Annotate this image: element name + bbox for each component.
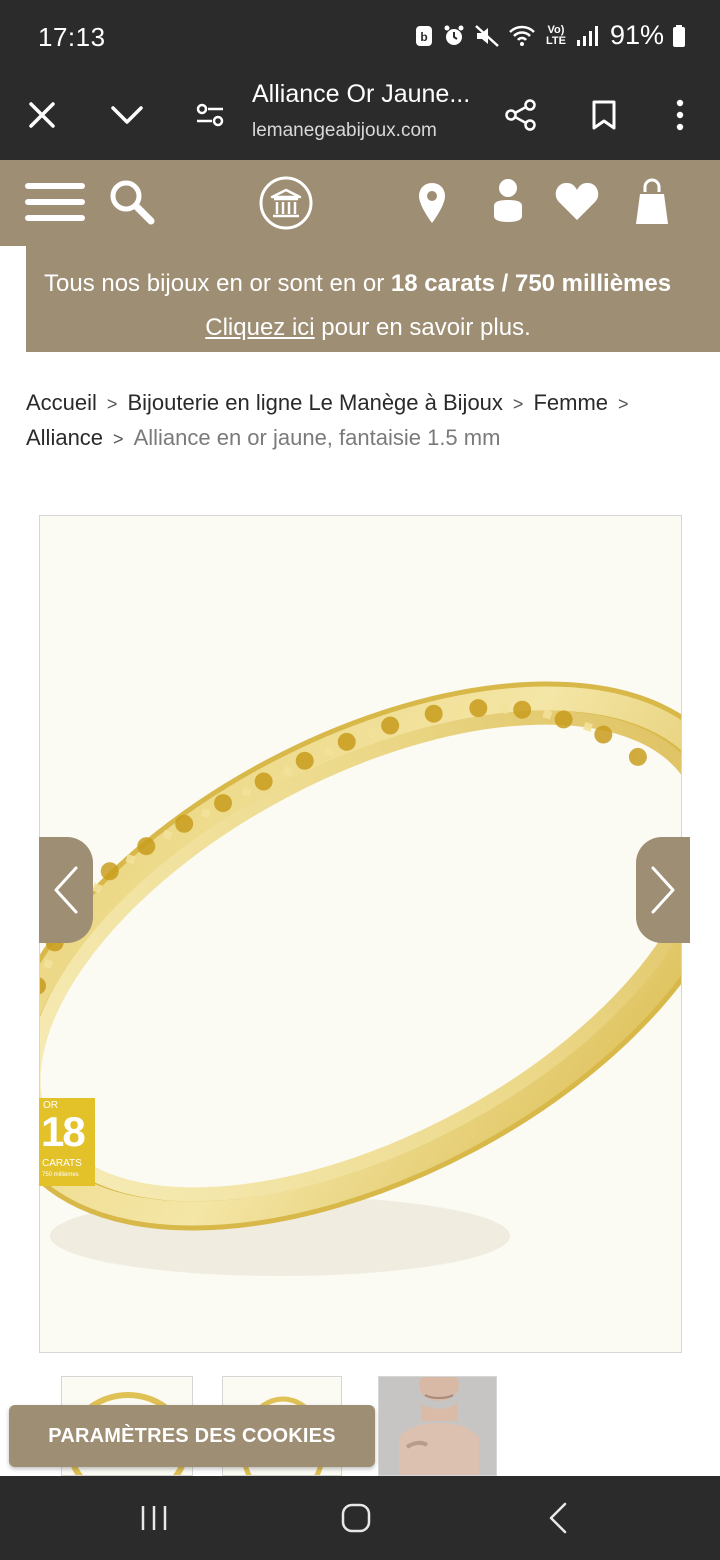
breadcrumb-separator: >: [512, 394, 524, 414]
breadcrumb-separator: >: [106, 394, 118, 414]
promo-banner: Tous nos bijoux en or sont en or 18 cara…: [26, 246, 720, 352]
promo-link[interactable]: Cliquez ici: [205, 314, 314, 341]
breadcrumb-item-femme[interactable]: Femme: [533, 390, 608, 415]
badge-millièmes-text: 750 millièmes: [42, 1172, 79, 1178]
gold-18k-badge: OR 18 CARATS 750 millièmes: [39, 1098, 95, 1186]
favorite-icon[interactable]: [553, 178, 601, 224]
product-image[interactable]: [39, 515, 682, 1353]
breadcrumb-item-bijouterie[interactable]: Bijouterie en ligne Le Manège à Bijoux: [127, 390, 502, 415]
page-url[interactable]: lemanegeabijoux.com: [252, 120, 437, 142]
share-icon[interactable]: [498, 92, 544, 138]
chevron-left-icon: [54, 866, 78, 914]
signal-icon: [576, 25, 598, 46]
previous-image-button[interactable]: [39, 837, 93, 943]
system-navigation-bar: [0, 1476, 720, 1560]
menu-icon[interactable]: [24, 180, 86, 224]
badge-carats-text: CARATS: [42, 1158, 82, 1169]
location-icon[interactable]: [414, 178, 450, 228]
promo-text-normal: Tous nos bijoux en or sont en or: [44, 270, 391, 297]
more-vert-icon[interactable]: [657, 92, 703, 138]
thumbnail-3[interactable]: [378, 1376, 497, 1476]
promo-cta-text: pour en savoir plus.: [314, 314, 531, 341]
breadcrumb-item-alliance[interactable]: Alliance: [26, 425, 103, 450]
site-header: [0, 160, 720, 246]
breadcrumb-current: Alliance en or jaune, fantaisie 1.5 mm: [133, 425, 501, 450]
breadcrumb-item-accueil[interactable]: Accueil: [26, 390, 97, 415]
network-label: Vo) LTE: [545, 23, 566, 47]
close-icon[interactable]: [19, 92, 65, 138]
promo-text-bold: 18 carats / 750 millièmes: [390, 270, 672, 297]
next-image-button[interactable]: [636, 837, 690, 943]
breadcrumb-separator: >: [113, 429, 124, 449]
status-icons: b Vo) LTE 91%: [414, 20, 686, 51]
page-title[interactable]: Alliance Or Jaune...: [252, 80, 470, 109]
mute-icon: [475, 24, 499, 47]
status-time: 17:13: [38, 22, 106, 52]
bookmark-icon[interactable]: [581, 92, 627, 138]
battery-percent: 91%: [609, 20, 664, 50]
account-icon[interactable]: [488, 176, 528, 226]
alarm-icon: [444, 25, 464, 45]
breadcrumb-separator: >: [618, 394, 629, 414]
logo-icon[interactable]: [257, 174, 315, 232]
tune-icon[interactable]: [187, 92, 233, 138]
search-icon[interactable]: [106, 176, 158, 228]
battery-icon: [673, 24, 685, 47]
recent-apps-icon[interactable]: [124, 1494, 184, 1542]
svg-text:b: b: [420, 30, 427, 44]
status-bar: 17:13 b Vo) LTE 91%: [0, 0, 720, 72]
home-icon[interactable]: [326, 1494, 386, 1542]
promo-cta: Cliquez ici pour en savoir plus.: [26, 314, 720, 342]
breadcrumb: Accueil > Bijouterie en ligne Le Manège à …: [26, 386, 696, 456]
browser-toolbar: Alliance Or Jaune... lemanegeabijoux.com: [0, 72, 720, 160]
notification-icon: b: [415, 25, 432, 46]
promo-text: Tous nos bijoux en or sont en or 18 cara…: [44, 270, 671, 298]
thumbnail-model-image: [379, 1377, 496, 1475]
cookie-settings-button[interactable]: PARAMÈTRES DES COOKIES: [9, 1405, 375, 1467]
badge-number: 18: [41, 1108, 86, 1155]
ring-image: [40, 516, 681, 1352]
chevron-down-icon[interactable]: [104, 92, 150, 138]
back-icon[interactable]: [528, 1494, 588, 1542]
wifi-icon: [509, 25, 535, 46]
cart-icon[interactable]: [632, 176, 672, 228]
chevron-right-icon: [651, 866, 675, 914]
